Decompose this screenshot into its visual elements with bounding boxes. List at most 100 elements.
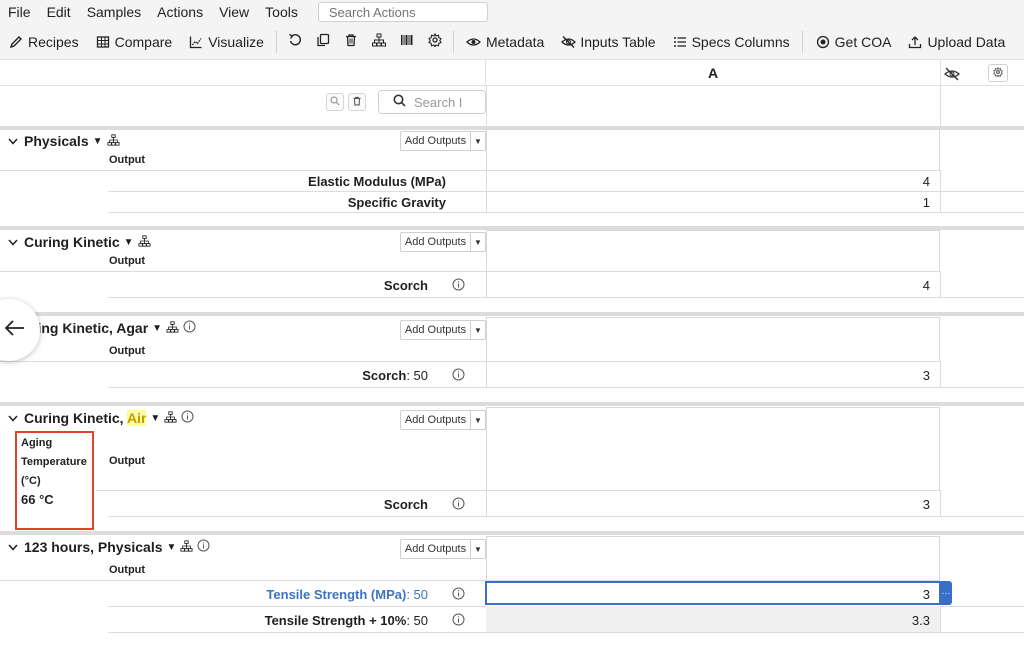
property-search-input[interactable]: Search I (378, 90, 486, 114)
value-cell[interactable]: 1 (923, 195, 930, 210)
row-divider (108, 297, 1024, 298)
barcode-button[interactable] (393, 28, 421, 56)
info-icon[interactable] (452, 278, 465, 291)
chevron-down-icon[interactable] (6, 239, 20, 246)
hierarchy-icon[interactable] (107, 133, 120, 149)
caret-down-icon[interactable]: ▼ (150, 413, 160, 424)
info-icon[interactable] (452, 497, 465, 510)
recipes-button[interactable]: Recipes (0, 28, 87, 56)
chevron-down-icon[interactable] (6, 544, 20, 551)
chevron-down-icon[interactable] (6, 415, 20, 422)
undo-button[interactable] (281, 28, 309, 56)
caret-down-icon[interactable]: ▼ (93, 136, 103, 147)
cell-menu-handle[interactable]: ··· (940, 581, 952, 605)
output-label: Output (109, 455, 146, 467)
add-outputs-button[interactable]: Add Outputs ▼ (400, 232, 486, 252)
copy-icon (316, 33, 330, 50)
column-settings-button[interactable] (988, 64, 1008, 82)
property-scorch[interactable]: Scorch (384, 278, 428, 293)
add-outputs-button[interactable]: Add Outputs ▼ (400, 320, 486, 340)
metadata-button[interactable]: Metadata (458, 28, 552, 56)
grid-divider (940, 606, 941, 632)
menu-tools[interactable]: Tools (257, 4, 306, 20)
caret-down-icon[interactable]: ▼ (167, 542, 177, 553)
inputs-table-button[interactable]: Inputs Table (552, 28, 663, 56)
value-cell[interactable]: 4 (923, 278, 930, 293)
chevron-down-icon[interactable] (6, 138, 20, 145)
caret-down-icon[interactable]: ▼ (152, 323, 162, 334)
property-elastic-modulus[interactable]: Elastic Modulus (MPa) (308, 174, 446, 189)
property-specific-gravity[interactable]: Specific Gravity (348, 195, 446, 210)
info-icon[interactable] (452, 368, 465, 381)
zoom-button[interactable] (326, 93, 344, 111)
output-label: Output (109, 345, 146, 357)
upload-data-label: Upload Data (927, 33, 1006, 50)
property-scorch[interactable]: Scorch: 50 (362, 368, 428, 383)
copy-button[interactable] (309, 28, 337, 56)
caret-down-icon[interactable]: ▼ (471, 411, 485, 429)
menu-view[interactable]: View (211, 4, 257, 20)
caret-down-icon[interactable]: ▼ (471, 132, 485, 150)
search-placeholder: Search I (414, 94, 463, 110)
hierarchy-icon[interactable] (166, 320, 179, 336)
hierarchy-icon[interactable] (180, 539, 193, 555)
section-title[interactable]: Physicals ▼ (0, 133, 120, 149)
back-button[interactable] (0, 299, 40, 361)
caret-down-icon[interactable]: ▼ (471, 233, 485, 251)
delete-button[interactable] (337, 28, 365, 56)
menu-bar: File Edit Samples Actions View Tools (0, 0, 1024, 24)
settings-button[interactable] (421, 28, 449, 56)
info-icon[interactable] (181, 410, 194, 426)
info-icon[interactable] (197, 539, 210, 555)
arrow-left-icon (4, 319, 26, 342)
get-coa-button[interactable]: Get COA (807, 28, 900, 56)
menu-samples[interactable]: Samples (79, 4, 149, 20)
column-header-a[interactable]: A (486, 60, 941, 86)
add-outputs-button[interactable]: Add Outputs ▼ (400, 131, 486, 151)
menu-file[interactable]: File (0, 4, 39, 20)
value-cell[interactable]: 4 (923, 174, 930, 189)
upload-data-button[interactable]: Upload Data (899, 28, 1013, 56)
section-title[interactable]: Curing Kinetic ▼ (0, 234, 151, 250)
hierarchy-button[interactable] (365, 28, 393, 56)
caret-down-icon[interactable]: ▼ (471, 321, 485, 339)
hierarchy-icon[interactable] (164, 410, 177, 426)
sample-a-header-cell (486, 536, 940, 580)
property-tensile-strength[interactable]: Tensile Strength (MPa): 50 (266, 587, 428, 602)
hierarchy-icon (371, 33, 386, 50)
row-divider (108, 212, 1024, 213)
clear-button[interactable] (348, 93, 366, 111)
caret-down-icon[interactable]: ▼ (471, 540, 485, 558)
info-icon[interactable] (183, 320, 196, 336)
caret-down-icon[interactable]: ▼ (124, 237, 134, 248)
hide-column-eye-off-icon[interactable] (944, 66, 960, 82)
selected-value-cell[interactable] (485, 581, 941, 605)
property-scorch[interactable]: Scorch (384, 497, 428, 512)
trash-icon (344, 33, 358, 50)
hierarchy-icon[interactable] (138, 234, 151, 250)
gear-icon (993, 64, 1003, 82)
gear-icon (428, 32, 442, 50)
property-tensile-strength-plus-10[interactable]: Tensile Strength + 10%: 50 (265, 613, 428, 628)
visualize-button[interactable]: Visualize (180, 28, 272, 56)
menu-actions[interactable]: Actions (149, 4, 211, 20)
add-outputs-button[interactable]: Add Outputs ▼ (400, 410, 486, 430)
section-title[interactable]: 123 hours, Physicals ▼ (0, 539, 210, 555)
add-outputs-label: Add Outputs (401, 411, 471, 429)
value-cell[interactable]: 3 (923, 368, 930, 383)
section-title-text: ring Kinetic, Agar (32, 320, 149, 336)
info-icon[interactable] (452, 587, 465, 600)
eye-off-icon (560, 34, 576, 50)
specs-columns-button[interactable]: Specs Columns (664, 28, 798, 56)
search-actions-input[interactable] (317, 2, 488, 22)
compare-button[interactable]: Compare (87, 28, 181, 56)
grid-divider (940, 271, 941, 297)
row-divider (108, 387, 1024, 388)
section-title[interactable]: Curing Kinetic, Air ▼ (0, 410, 194, 426)
info-icon[interactable] (452, 613, 465, 626)
section-divider (0, 531, 1024, 535)
menu-edit[interactable]: Edit (39, 4, 79, 20)
value-cell[interactable]: 3 (923, 587, 930, 602)
value-cell[interactable]: 3 (923, 497, 930, 512)
add-outputs-button[interactable]: Add Outputs ▼ (400, 539, 486, 559)
